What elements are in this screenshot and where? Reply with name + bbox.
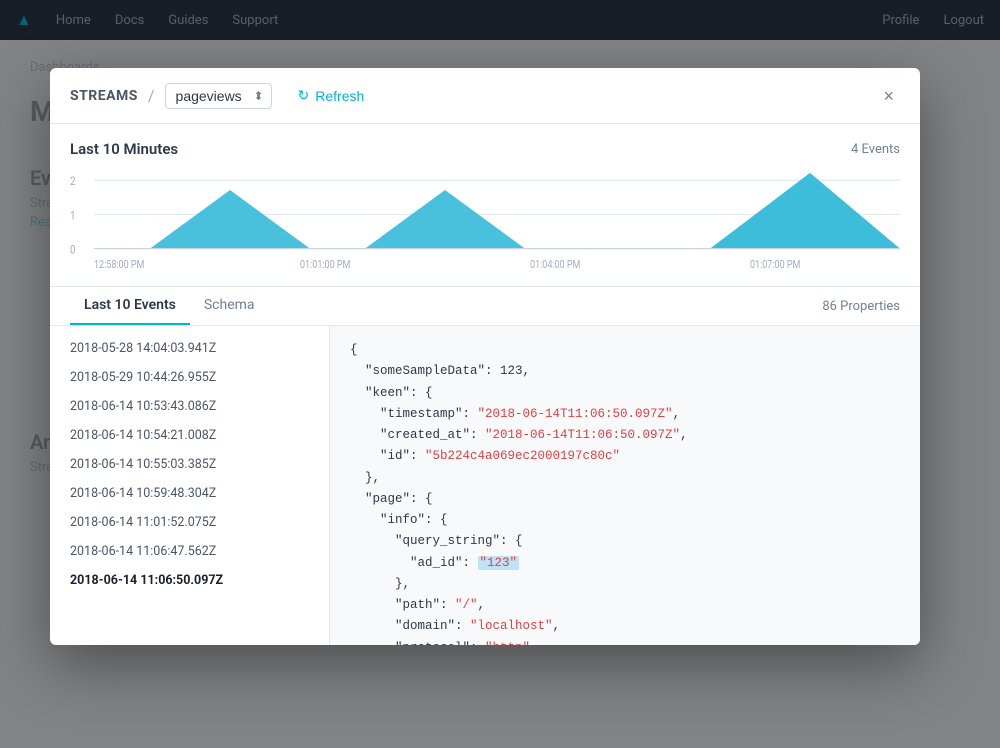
event-list[interactable]: 2018-05-28 14:04:03.941Z 2018-05-29 10:4… [50, 326, 330, 645]
streams-modal: STREAMS / pageviews ⬍ ↻ Refresh × Last 1… [50, 68, 920, 645]
refresh-icon: ↻ [298, 87, 310, 104]
refresh-button[interactable]: ↻ Refresh [286, 82, 377, 109]
svg-text:0: 0 [70, 243, 76, 257]
event-item[interactable]: 2018-06-14 10:54:21.008Z [50, 421, 329, 450]
json-viewer: { "someSampleData": 123, "keen": { "time… [330, 326, 920, 645]
event-item-selected[interactable]: 2018-06-14 11:06:50.097Z [50, 566, 329, 595]
json-line-1: { [350, 340, 900, 361]
properties-count: 86 Properties [822, 299, 900, 314]
chart-header: Last 10 Minutes 4 Events [70, 140, 900, 158]
svg-text:1: 1 [70, 208, 76, 222]
svg-text:01:07:00 PM: 01:07:00 PM [750, 259, 800, 271]
tabs-nav: Last 10 Events Schema [70, 287, 269, 325]
chart-events-count: 4 Events [851, 142, 900, 157]
refresh-label: Refresh [315, 88, 364, 104]
chart-title: Last 10 Minutes [70, 140, 178, 158]
tabs-section: Last 10 Events Schema 86 Properties [50, 286, 920, 325]
event-item[interactable]: 2018-06-14 10:53:43.086Z [50, 392, 329, 421]
tab-schema[interactable]: Schema [190, 287, 269, 325]
svg-text:01:01:00 PM: 01:01:00 PM [300, 259, 350, 271]
chart-section: Last 10 Minutes 4 Events 2 1 0 [50, 124, 920, 286]
tabs-header: Last 10 Events Schema 86 Properties [70, 287, 900, 325]
json-line-9: "info": { [350, 510, 900, 531]
svg-text:01:04:00 PM: 01:04:00 PM [530, 259, 580, 271]
json-line-12: }, [350, 574, 900, 595]
close-button[interactable]: × [877, 85, 900, 107]
event-item[interactable]: 2018-06-14 10:55:03.385Z [50, 450, 329, 479]
json-line-14: "domain": "localhost", [350, 616, 900, 637]
json-line-7: }, [350, 468, 900, 489]
breadcrumb-separator: / [148, 86, 155, 105]
content-area: 2018-05-28 14:04:03.941Z 2018-05-29 10:4… [50, 325, 920, 645]
svg-text:2: 2 [70, 174, 76, 188]
json-line-10: "query_string": { [350, 531, 900, 552]
json-line-6: "id": "5b224c4a069ec2000197c80c" [350, 446, 900, 467]
json-line-3: "keen": { [350, 383, 900, 404]
event-item[interactable]: 2018-06-14 11:01:52.075Z [50, 508, 329, 537]
json-line-4: "timestamp": "2018-06-14T11:06:50.097Z", [350, 404, 900, 425]
json-line-13: "path": "/", [350, 595, 900, 616]
event-item[interactable]: 2018-06-14 10:59:48.304Z [50, 479, 329, 508]
json-line-5: "created_at": "2018-06-14T11:06:50.097Z"… [350, 425, 900, 446]
svg-text:12:58:00 PM: 12:58:00 PM [94, 259, 144, 271]
event-item[interactable]: 2018-05-29 10:44:26.955Z [50, 363, 329, 392]
stream-select-wrapper[interactable]: pageviews ⬍ [165, 83, 272, 109]
json-line-11: "ad_id": "123" [350, 553, 900, 574]
chart-container: 2 1 0 12:58:00 PM 01:01:00 PM 01:04:00 P… [70, 168, 900, 278]
event-item[interactable]: 2018-05-28 14:04:03.941Z [50, 334, 329, 363]
json-line-15: "protocol": "http", [350, 638, 900, 646]
json-line-2: "someSampleData": 123, [350, 361, 900, 382]
chart-svg: 2 1 0 12:58:00 PM 01:01:00 PM 01:04:00 P… [70, 168, 900, 278]
streams-label: STREAMS [70, 88, 138, 104]
event-item[interactable]: 2018-06-14 11:06:47.562Z [50, 537, 329, 566]
modal-header: STREAMS / pageviews ⬍ ↻ Refresh × [50, 68, 920, 124]
stream-select[interactable]: pageviews [165, 83, 272, 109]
json-line-8: "page": { [350, 489, 900, 510]
tab-last-10-events[interactable]: Last 10 Events [70, 287, 190, 325]
